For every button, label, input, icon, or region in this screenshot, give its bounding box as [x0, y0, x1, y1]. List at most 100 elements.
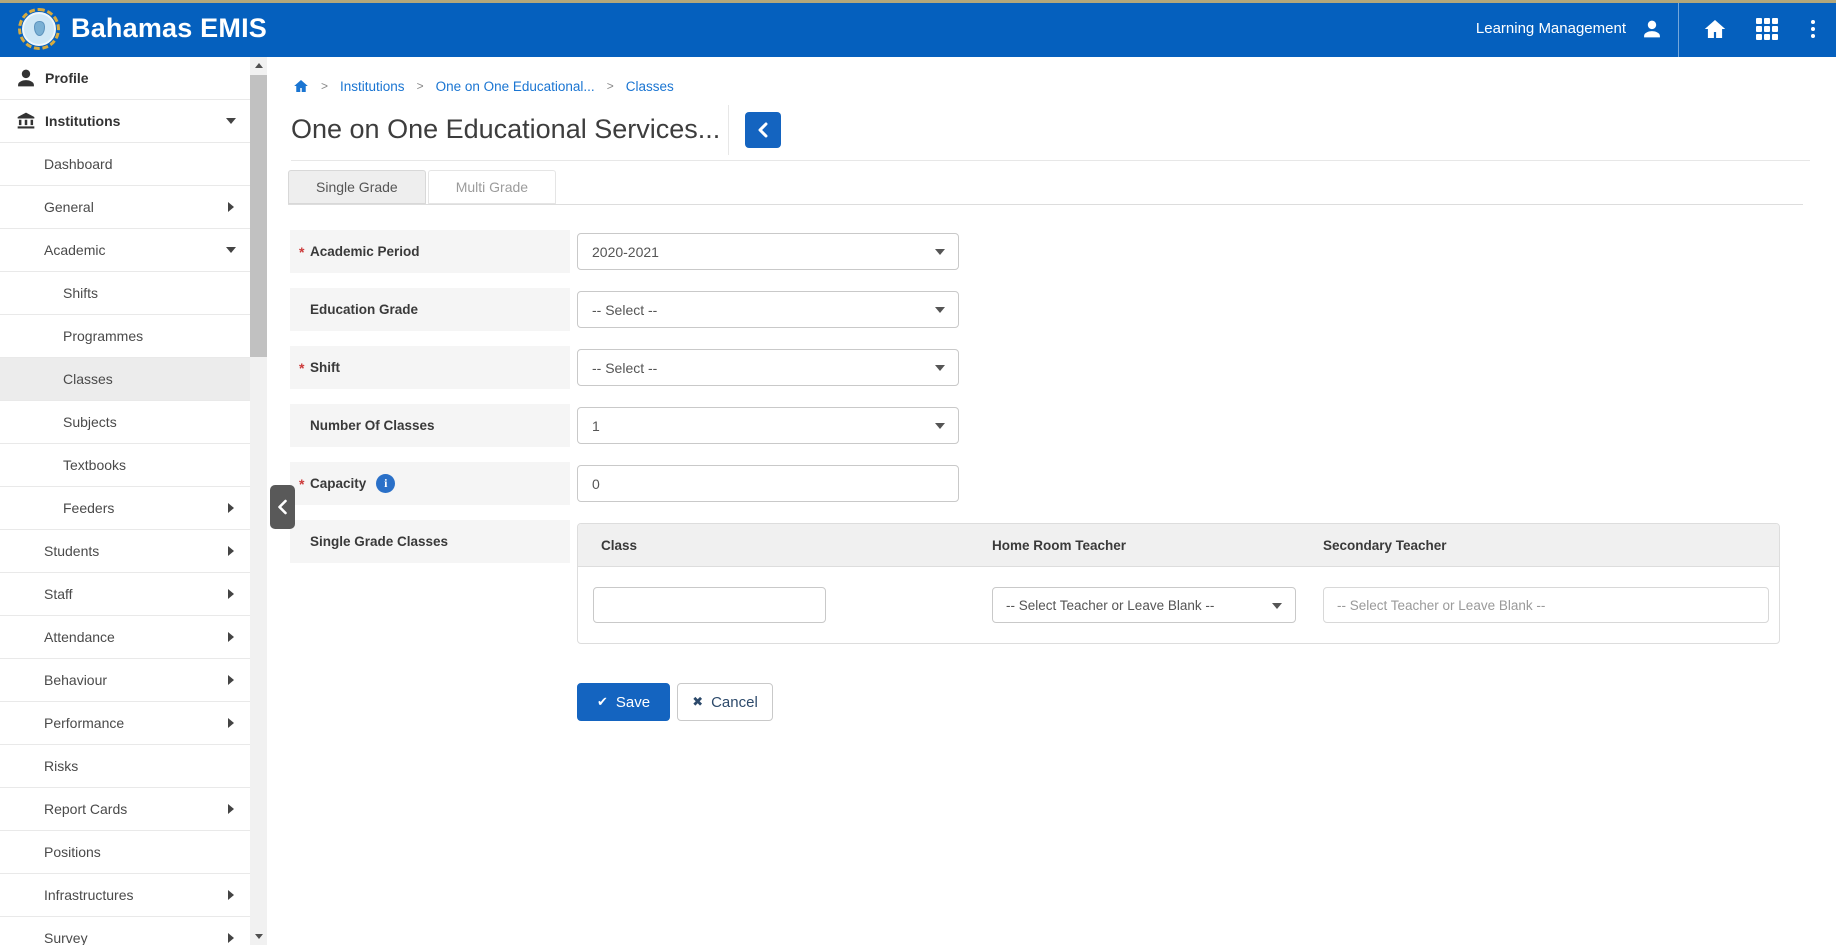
sidebar-item-label: General: [44, 199, 94, 215]
sidebar-item-subjects[interactable]: Subjects: [0, 401, 250, 444]
sidebar-item-report-cards[interactable]: Report Cards: [0, 788, 250, 831]
breadcrumb-home-icon[interactable]: [293, 78, 309, 94]
secondary-teacher-input[interactable]: [1323, 587, 1769, 623]
sidebar-item-institutions[interactable]: Institutions: [0, 100, 250, 143]
column-header-secondary-teacher: Secondary Teacher: [1323, 537, 1447, 553]
page-title: One on One Educational Services...: [291, 114, 721, 144]
sidebar-item-label: Feeders: [63, 500, 115, 516]
sidebar-item-label: Performance: [44, 715, 125, 731]
field-label-text: Single Grade Classes: [310, 534, 449, 549]
sidebar-item-label: Dashboard: [44, 156, 113, 172]
check-icon: ✔: [596, 694, 608, 709]
tab-single-grade[interactable]: Single Grade: [288, 170, 426, 204]
user-icon[interactable]: [1642, 19, 1662, 39]
class-name-input[interactable]: [593, 587, 826, 623]
sidebar-item-label: Subjects: [63, 414, 117, 430]
save-button[interactable]: ✔ Save: [577, 683, 670, 721]
sidebar-item-label: Positions: [44, 844, 101, 860]
scrollbar-up-arrow[interactable]: [250, 57, 267, 74]
sidebar-item-label: Profile: [45, 70, 89, 86]
capacity-input[interactable]: [577, 465, 959, 502]
field-control-academic-period: 2020-2021: [577, 233, 959, 270]
apps-grid-icon[interactable]: [1756, 17, 1778, 40]
sidebar-item-shifts[interactable]: Shifts: [0, 272, 250, 315]
sidebar-item-positions[interactable]: Positions: [0, 831, 250, 874]
class-form: * Academic Period 2020-2021 Education Grade…: [290, 230, 1836, 721]
chevron-down-icon: [226, 247, 236, 253]
sidebar-item-label: Attendance: [44, 629, 115, 645]
home-room-teacher-select[interactable]: -- Select Teacher or Leave Blank --: [992, 587, 1296, 623]
breadcrumb-separator: >: [606, 79, 614, 93]
chevron-right-icon: [228, 503, 234, 513]
scrollbar-thumb[interactable]: [250, 75, 267, 357]
sidebar-item-feeders[interactable]: Feeders: [0, 487, 250, 530]
field-control-education-grade: -- Select --: [577, 291, 959, 328]
learning-management-link[interactable]: Learning Management: [1476, 20, 1626, 37]
back-button[interactable]: [745, 112, 781, 148]
form-row-academic-period: * Academic Period 2020-2021: [290, 230, 1836, 273]
breadcrumb-link-institutions[interactable]: Institutions: [340, 79, 405, 94]
sidebar-item-classes[interactable]: Classes: [0, 358, 250, 401]
academic-period-select[interactable]: 2020-2021: [577, 233, 959, 270]
field-label-shift: * Shift: [290, 346, 570, 389]
sidebar-item-label: Textbooks: [63, 457, 127, 473]
sidebar-item-survey[interactable]: Survey: [0, 917, 250, 945]
field-label-text: Capacity: [310, 476, 367, 491]
breadcrumb-link-one-on-one-educational[interactable]: One on One Educational...: [436, 79, 595, 94]
selected-value: 1: [592, 417, 600, 434]
tab-multi-grade[interactable]: Multi Grade: [427, 170, 557, 204]
shift-select[interactable]: -- Select --: [577, 349, 959, 386]
chevron-right-icon: [228, 890, 234, 900]
sidebar-collapse-handle[interactable]: [270, 485, 295, 529]
breadcrumb-link-classes[interactable]: Classes: [626, 79, 674, 94]
sidebar-item-programmes[interactable]: Programmes: [0, 315, 250, 358]
sidebar-item-students[interactable]: Students: [0, 530, 250, 573]
chevron-right-icon: [228, 718, 234, 728]
home-icon[interactable]: [1703, 17, 1727, 41]
sidebar-scrollbar[interactable]: [250, 57, 267, 945]
sidebar-item-academic[interactable]: Academic: [0, 229, 250, 272]
number-of-classes-select[interactable]: 1: [577, 407, 959, 444]
sidebar-item-label: Programmes: [63, 328, 144, 344]
kebab-menu-icon[interactable]: [1809, 18, 1817, 40]
sidebar-item-label: Shifts: [63, 285, 99, 301]
sidebar-nav: Profile Institutions Dashboard General Acade…: [0, 57, 250, 945]
sidebar-item-profile[interactable]: Profile: [0, 57, 250, 100]
column-header-home-room-teacher: Home Room Teacher: [992, 537, 1127, 553]
sidebar-item-attendance[interactable]: Attendance: [0, 616, 250, 659]
chevron-right-icon: [228, 933, 234, 943]
info-icon[interactable]: i: [376, 474, 396, 493]
user-icon: [16, 68, 36, 88]
sidebar-item-label: Survey: [44, 930, 88, 945]
selected-value: -- Select --: [592, 359, 658, 376]
sidebar-item-label: Report Cards: [44, 801, 128, 817]
sidebar-item-infrastructures[interactable]: Infrastructures: [0, 874, 250, 917]
field-label-text: Academic Period: [310, 244, 420, 259]
field-label-education-grade: Education Grade: [290, 288, 570, 331]
education-grade-select[interactable]: -- Select --: [577, 291, 959, 328]
header-right: Learning Management: [1476, 0, 1836, 57]
chevron-down-icon: [935, 249, 945, 255]
form-fields: * Academic Period 2020-2021 Education Grade…: [290, 230, 1836, 505]
required-asterisk: *: [299, 475, 305, 492]
header-divider: [1678, 0, 1679, 57]
scrollbar-down-arrow[interactable]: [250, 928, 267, 945]
window-edge-strip: [0, 0, 1836, 3]
sidebar-item-dashboard[interactable]: Dashboard: [0, 143, 250, 186]
column-header-class: Class: [601, 537, 638, 553]
sidebar-item-performance[interactable]: Performance: [0, 702, 250, 745]
cancel-button[interactable]: ✖ Cancel: [677, 683, 773, 721]
sidebar-item-label: Behaviour: [44, 672, 108, 688]
sidebar-item-label: Risks: [44, 758, 79, 774]
sidebar-item-label: Infrastructures: [44, 887, 134, 903]
sidebar-item-behaviour[interactable]: Behaviour: [0, 659, 250, 702]
sidebar-item-general[interactable]: General: [0, 186, 250, 229]
sidebar-item-staff[interactable]: Staff: [0, 573, 250, 616]
page-title-bar: One on One Educational Services...: [291, 99, 1810, 161]
field-label-number-of-classes: Number Of Classes: [290, 404, 570, 447]
field-label-text: Number Of Classes: [310, 418, 435, 433]
app-logo: [18, 7, 60, 50]
form-actions: ✔ Save ✖ Cancel: [577, 683, 1836, 721]
sidebar-item-textbooks[interactable]: Textbooks: [0, 444, 250, 487]
sidebar-item-risks[interactable]: Risks: [0, 745, 250, 788]
